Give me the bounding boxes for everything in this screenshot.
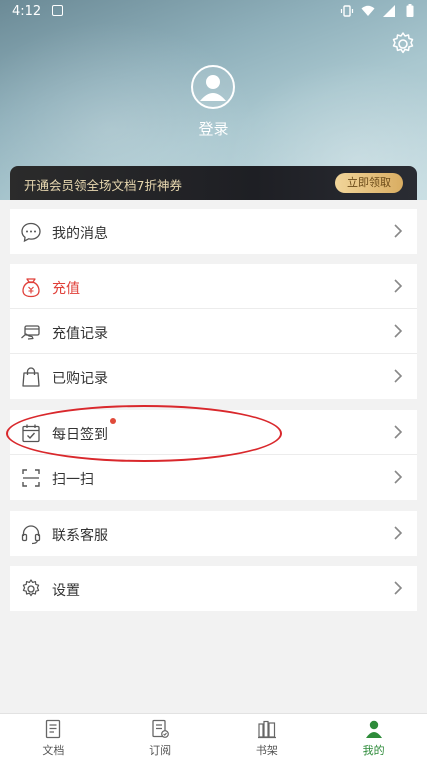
money-bag-icon <box>22 278 40 298</box>
chevron-right-icon <box>394 470 403 484</box>
menu-item-settings[interactable]: 设置 <box>10 566 417 611</box>
menu-item-recharge[interactable]: 充值 <box>10 264 417 309</box>
vibrate-icon <box>340 5 354 17</box>
menu-group-messages: 我的消息 <box>10 209 417 254</box>
card-icon <box>21 325 40 340</box>
tab-subscribe[interactable]: 订阅 <box>107 714 214 760</box>
headset-icon <box>21 525 41 545</box>
chevron-right-icon <box>394 526 403 540</box>
bookshelf-icon <box>257 720 276 739</box>
menu-item-daily-checkin[interactable]: 每日签到 <box>10 410 417 455</box>
menu-item-messages[interactable]: 我的消息 <box>10 209 417 254</box>
notification-icon <box>52 5 63 16</box>
menu-item-label: 联系客服 <box>52 528 108 544</box>
unread-dot <box>110 418 116 424</box>
subscribe-icon <box>152 719 170 738</box>
gear-icon <box>22 579 40 597</box>
menu-item-label: 设置 <box>52 583 80 599</box>
chevron-right-icon <box>394 224 403 238</box>
menu-group-support: 联系客服 <box>10 511 417 556</box>
menu-item-label: 已购记录 <box>52 371 108 387</box>
user-silhouette-icon <box>200 75 226 101</box>
signal-icon <box>383 5 395 17</box>
claim-coupon-button[interactable]: 立即领取 <box>335 173 403 193</box>
status-bar: 4:12 <box>0 0 427 24</box>
menu-item-label: 每日签到 <box>52 427 108 443</box>
battery-icon <box>406 4 414 17</box>
chevron-right-icon <box>394 581 403 595</box>
tab-mine[interactable]: 我的 <box>320 714 427 760</box>
chevron-right-icon <box>394 425 403 439</box>
shopping-bag-icon <box>22 367 40 387</box>
menu-item-customer-service[interactable]: 联系客服 <box>10 511 417 556</box>
bottom-tab-bar: 文档 订阅 书架 我的 <box>0 713 427 760</box>
menu-group-settings: 设置 <box>10 566 417 611</box>
scan-icon <box>22 469 40 487</box>
document-icon <box>46 719 61 739</box>
menu-item-label: 充值记录 <box>52 326 108 342</box>
menu-item-label: 充值 <box>52 281 80 297</box>
status-time: 4:12 <box>12 4 42 19</box>
menu-item-purchase-history[interactable]: 已购记录 <box>10 354 417 399</box>
chevron-right-icon <box>394 369 403 383</box>
tab-bookshelf[interactable]: 书架 <box>214 714 321 760</box>
chevron-right-icon <box>394 324 403 338</box>
menu-item-scan[interactable]: 扫一扫 <box>10 455 417 500</box>
menu-group-tools: 每日签到 扫一扫 <box>10 410 417 500</box>
menu-group-recharge: 充值 充值记录 已购记录 <box>10 264 417 399</box>
menu-item-recharge-history[interactable]: 充值记录 <box>10 309 417 354</box>
vip-banner[interactable]: 开通会员领全场文档7折神券 立即领取 <box>10 166 417 200</box>
tab-label: 订阅 <box>149 744 172 757</box>
tab-documents[interactable]: 文档 <box>0 714 107 760</box>
message-icon <box>21 222 41 243</box>
wifi-icon <box>361 5 375 16</box>
chevron-right-icon <box>394 279 403 293</box>
avatar[interactable] <box>191 65 235 109</box>
profile-header: 4:12 登录 开通会员领全场文档7折神券 立即领取 <box>0 0 427 200</box>
tab-label: 书架 <box>255 744 278 757</box>
login-link[interactable]: 登录 <box>0 118 427 139</box>
tab-label: 文档 <box>42 744 65 757</box>
user-icon <box>365 720 382 738</box>
settings-gear-icon[interactable] <box>389 30 417 58</box>
menu-item-label: 扫一扫 <box>52 472 94 488</box>
calendar-check-icon <box>22 424 40 443</box>
menu-item-label: 我的消息 <box>52 226 108 242</box>
tab-label: 我的 <box>362 744 385 757</box>
vip-banner-text: 开通会员领全场文档7折神券 <box>24 178 182 193</box>
